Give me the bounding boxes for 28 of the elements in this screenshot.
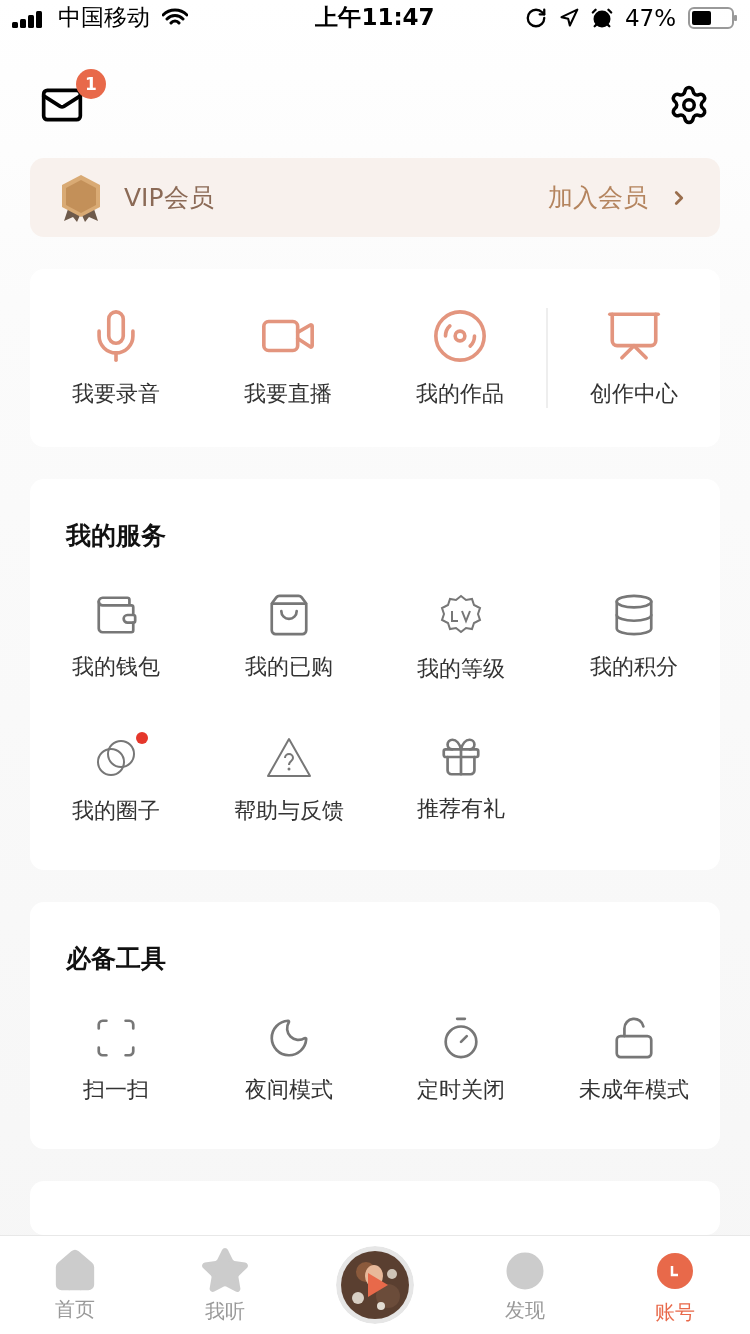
creator-tile[interactable]: 我的作品 [374, 307, 546, 410]
rotation-lock-icon [524, 6, 547, 29]
vip-label: VIP会员 [124, 182, 215, 215]
creator-tile[interactable]: 我要直播 [202, 307, 374, 410]
service-tile[interactable]: 我的积分 [547, 592, 720, 685]
notification-badge: 1 [76, 69, 106, 100]
location-icon [558, 7, 579, 28]
battery-percent: 47% [624, 4, 676, 31]
service-tile[interactable]: 扫一扫 [30, 1015, 203, 1106]
battery-icon [688, 6, 738, 29]
service-tile[interactable]: 我的等级 [375, 592, 548, 685]
section-title: 必备工具 [65, 943, 167, 976]
section-title: 我的服务 [64, 520, 167, 553]
status-time: 上午11:47 [315, 3, 435, 33]
service-tile[interactable]: 推荐有礼 [375, 734, 548, 827]
service-tile[interactable]: 我的已购 [202, 592, 375, 685]
service-tile[interactable]: 夜间模式 [202, 1015, 375, 1106]
creator-tile[interactable]: 创作中心 [548, 307, 720, 410]
creator-tile[interactable]: 我要录音 [30, 307, 202, 410]
vip-badge-icon [60, 172, 102, 223]
service-tile[interactable]: 未成年模式 [547, 1015, 720, 1106]
service-tile[interactable]: 我的圈子 [30, 734, 203, 827]
account-icon [657, 1252, 693, 1289]
service-tile[interactable]: 定时关闭 [375, 1015, 548, 1106]
carrier-name: 中国移动 [58, 3, 150, 33]
service-tile[interactable]: 我的钱包 [30, 592, 203, 685]
alarm-icon [590, 6, 613, 29]
service-tile[interactable]: 帮助与反馈 [202, 734, 375, 827]
